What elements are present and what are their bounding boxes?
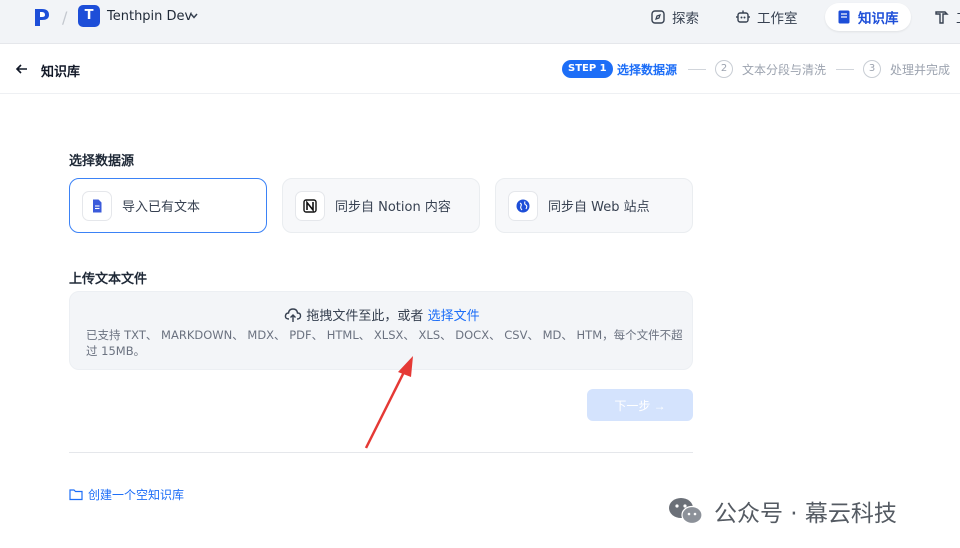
source-import-text-label: 导入已有文本 <box>122 200 201 215</box>
upload-title: 上传文本文件 <box>69 272 148 287</box>
document-icon <box>93 199 102 212</box>
step-1-label: 选择数据源 <box>617 63 678 77</box>
nav-knowledge[interactable]: 知识库 <box>825 3 911 31</box>
card-icon-box <box>82 190 112 221</box>
robot-icon <box>736 10 750 23</box>
folder-icon <box>69 489 83 501</box>
arrow-left-icon[interactable] <box>15 62 29 76</box>
step-3-number: 3 <box>863 60 881 78</box>
watermark-text: 公众号 · 幕云科技 <box>714 501 897 527</box>
compass-icon <box>651 10 665 24</box>
watermark: 公众号 · 幕云科技 <box>668 494 897 528</box>
nav-knowledge-label: 知识库 <box>858 11 899 27</box>
source-notion[interactable]: 同步自 Notion 内容 <box>282 178 480 233</box>
cloud-upload-icon <box>285 308 302 322</box>
nav-tools-label: 工 <box>956 7 960 27</box>
workspace-avatar[interactable]: T <box>78 5 100 27</box>
wechat-icon <box>669 498 703 525</box>
hammer-icon <box>935 11 949 24</box>
card-icon-box <box>295 190 325 221</box>
file-dropzone[interactable]: 拖拽文件至此，或者 选择文件 已支持 TXT、 MARKDOWN、 MDX、 P… <box>69 291 693 370</box>
dropzone-drag-text: 拖拽文件至此，或者 <box>306 309 424 324</box>
chevron-down-icon[interactable] <box>189 11 199 21</box>
breadcrumb-separator: / <box>62 8 68 27</box>
notion-icon <box>303 198 317 213</box>
divider <box>69 452 693 453</box>
data-source-title: 选择数据源 <box>69 154 135 169</box>
nav-tools[interactable]: 工 <box>934 3 960 31</box>
choose-file-link[interactable]: 选择文件 <box>428 309 480 324</box>
step-2-label: 文本分段与清洗 <box>742 63 827 77</box>
step-2-number: 2 <box>715 60 733 78</box>
source-import-text[interactable]: 导入已有文本 <box>69 178 267 233</box>
source-notion-label: 同步自 Notion 内容 <box>335 200 451 215</box>
next-step-button[interactable]: 下一步 → <box>587 389 693 421</box>
page-header: 知识库 STEP 1 选择数据源 2 文本分段与清洗 3 处理并完成 <box>0 44 960 94</box>
app-logo-icon[interactable] <box>32 7 52 27</box>
nav-studio-label: 工作室 <box>757 11 798 27</box>
supported-formats-note: 已支持 TXT、 MARKDOWN、 MDX、 PDF、 HTML、 XLSX、… <box>86 328 683 358</box>
book-icon <box>838 10 850 24</box>
nav-studio[interactable]: 工作室 <box>735 3 798 31</box>
nav-explore[interactable]: 探索 <box>650 3 699 31</box>
step-3-label: 处理并完成 <box>890 63 951 77</box>
source-web-label: 同步自 Web 站点 <box>548 200 650 215</box>
dropzone-prompt: 拖拽文件至此，或者 选择文件 <box>70 305 694 324</box>
create-empty-kb-label: 创建一个空知识库 <box>88 488 185 502</box>
source-web[interactable]: 同步自 Web 站点 <box>495 178 693 233</box>
top-navigation-bar: / T Tenthpin Dev 探索 工作室 知识库 工 <box>0 0 960 44</box>
create-empty-kb-link[interactable]: 创建一个空知识库 <box>69 486 184 503</box>
nav-explore-label: 探索 <box>672 11 699 27</box>
card-icon-box <box>508 190 538 221</box>
workspace-name[interactable]: Tenthpin Dev <box>107 9 192 24</box>
step-connector <box>688 69 706 70</box>
page-title: 知识库 <box>41 65 81 80</box>
step-1-badge: STEP 1 <box>562 60 613 78</box>
web-icon <box>516 199 530 212</box>
step-connector <box>836 69 854 70</box>
